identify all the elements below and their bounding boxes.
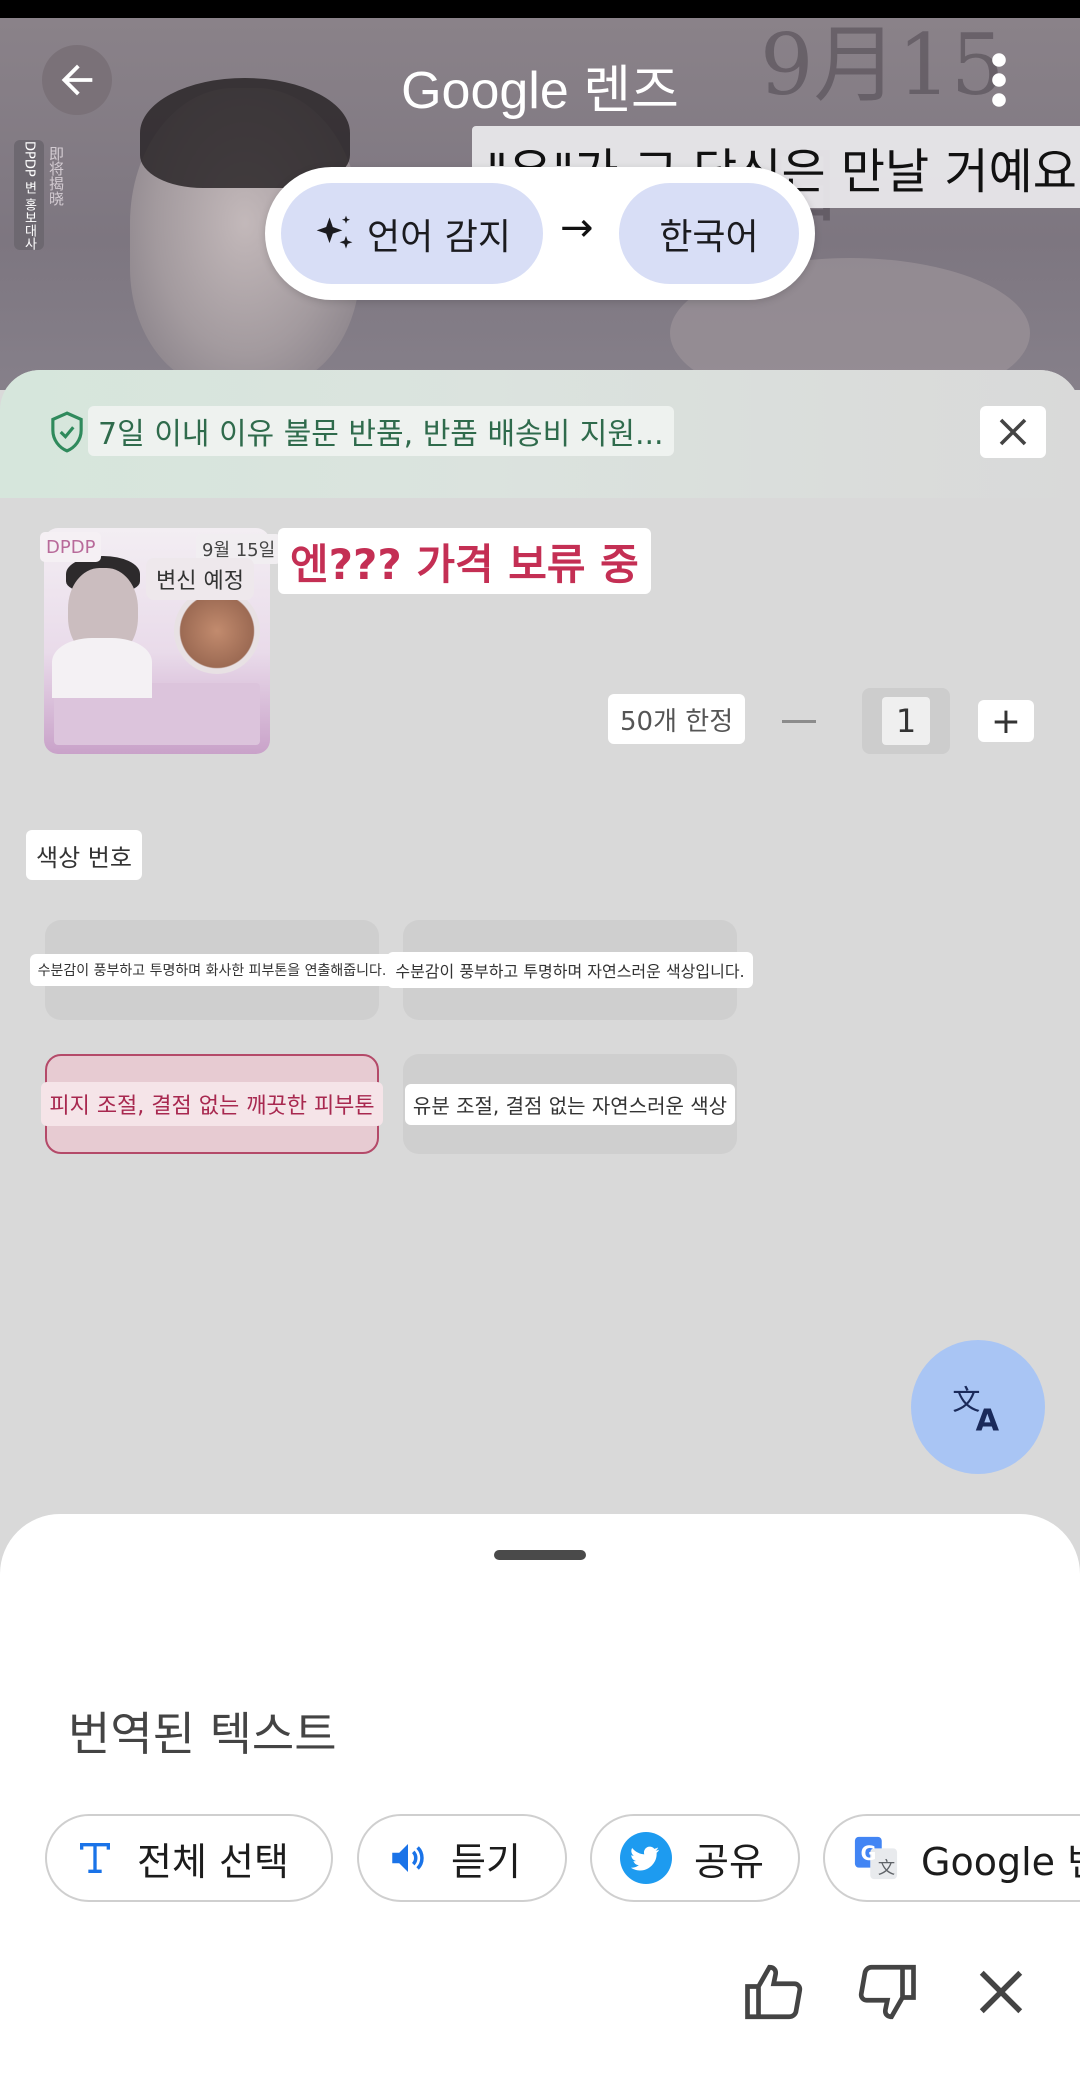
translated-text-sheet: 번역된 텍스트 전체 선택 듣기 공유 G文 Google 번 [0, 1514, 1080, 2087]
thumb-brand: DPDP [40, 532, 102, 562]
svg-text:A: A [976, 1403, 1000, 1435]
target-language-label: 한국어 [659, 216, 759, 258]
listen-label: 듣기 [451, 1839, 521, 1884]
source-language-button[interactable]: 언어 감지 [281, 183, 543, 284]
image-side-tag-secondary: 即将揭晓 [47, 146, 65, 206]
svg-text:G: G [861, 1842, 877, 1865]
thumb-body [52, 638, 152, 698]
thumbs-down-icon[interactable] [853, 1959, 919, 2025]
close-sheet-icon[interactable] [968, 1959, 1034, 2025]
color-option-label: 수분감이 풍부하고 투명하며 자연스러운 색상입니다. [387, 952, 753, 988]
image-side-tag: DPDP 변 홍보대사 [14, 140, 44, 250]
color-section-label: 색상 번호 [26, 830, 142, 880]
sparkle-icon [316, 215, 353, 249]
more-options-button[interactable] [964, 45, 1034, 115]
sheet-drag-handle[interactable] [494, 1550, 586, 1560]
close-icon [999, 418, 1027, 446]
thumb-chip: 변신 예정 [146, 558, 254, 600]
listen-button[interactable]: 듣기 [357, 1814, 567, 1902]
arrow-right-icon: → [560, 205, 594, 251]
color-option-label: 수분감이 풍부하고 투명하며 화사한 피부톤을 연출해줍니다. [29, 954, 395, 986]
svg-text:文: 文 [878, 1858, 895, 1878]
color-option-label: 피지 조절, 결점 없는 깨끗한 피부톤 [41, 1082, 383, 1126]
share-button[interactable]: 공유 [590, 1814, 800, 1902]
limit-badge: 50개 한정 [608, 694, 746, 744]
speaker-icon [392, 1844, 424, 1872]
target-language-button[interactable]: 한국어 [619, 183, 799, 284]
quantity-decrease-button[interactable] [782, 720, 816, 723]
translate-fab[interactable]: 文 A [911, 1340, 1045, 1474]
shield-check-icon [51, 411, 83, 453]
translate-icon: 文 A [952, 1383, 1000, 1435]
app-title: Google 렌즈 [401, 62, 679, 120]
color-option-2[interactable]: 수분감이 풍부하고 투명하며 자연스러운 색상입니다. [387, 920, 753, 1020]
select-all-label: 전체 선택 [137, 1839, 289, 1884]
close-promo-button[interactable] [980, 406, 1046, 458]
quantity-increase-button[interactable]: + [978, 700, 1034, 742]
promo-text: 7일 이내 이유 불문 반품, 반품 배송비 지원... [88, 406, 674, 456]
thumbs-up-icon[interactable] [742, 1959, 808, 2025]
quantity-field[interactable]: 1 [862, 688, 950, 754]
language-selector: 언어 감지 → 한국어 [265, 167, 815, 300]
color-option-label: 유분 조절, 결점 없는 자연스러운 색상 [404, 1083, 736, 1125]
twitter-icon [620, 1832, 672, 1884]
quantity-value: 1 [882, 697, 930, 745]
more-vert-icon [992, 53, 1006, 107]
google-translate-label: Google 번 [921, 1839, 1080, 1884]
sheet-title: 번역된 텍스트 [68, 1707, 337, 1761]
color-option-3[interactable]: 피지 조절, 결점 없는 깨끗한 피부톤 [41, 1054, 383, 1154]
google-translate-button[interactable]: G文 Google 번 [823, 1814, 1080, 1902]
share-label: 공유 [694, 1839, 764, 1884]
status-bar [0, 0, 1080, 18]
text-select-icon [80, 1843, 110, 1873]
price-note[interactable]: 엔??? 가격 보류 중 [278, 528, 651, 594]
color-option-4[interactable]: 유분 조절, 결점 없는 자연스러운 색상 [403, 1054, 737, 1154]
select-all-button[interactable]: 전체 선택 [45, 1814, 333, 1902]
color-option-1[interactable]: 수분감이 풍부하고 투명하며 화사한 피부톤을 연출해줍니다. [29, 920, 395, 1020]
product-panel: 7일 이내 이유 불문 반품, 반품 배송비 지원... DPDP 9월 15일… [0, 370, 1080, 1522]
source-language-label: 언어 감지 [367, 216, 511, 258]
thumb-cushion [174, 588, 260, 674]
google-translate-icon: G文 [854, 1836, 898, 1880]
promo-banner: 7일 이내 이유 불문 반품, 반품 배송비 지원... [0, 370, 1080, 498]
